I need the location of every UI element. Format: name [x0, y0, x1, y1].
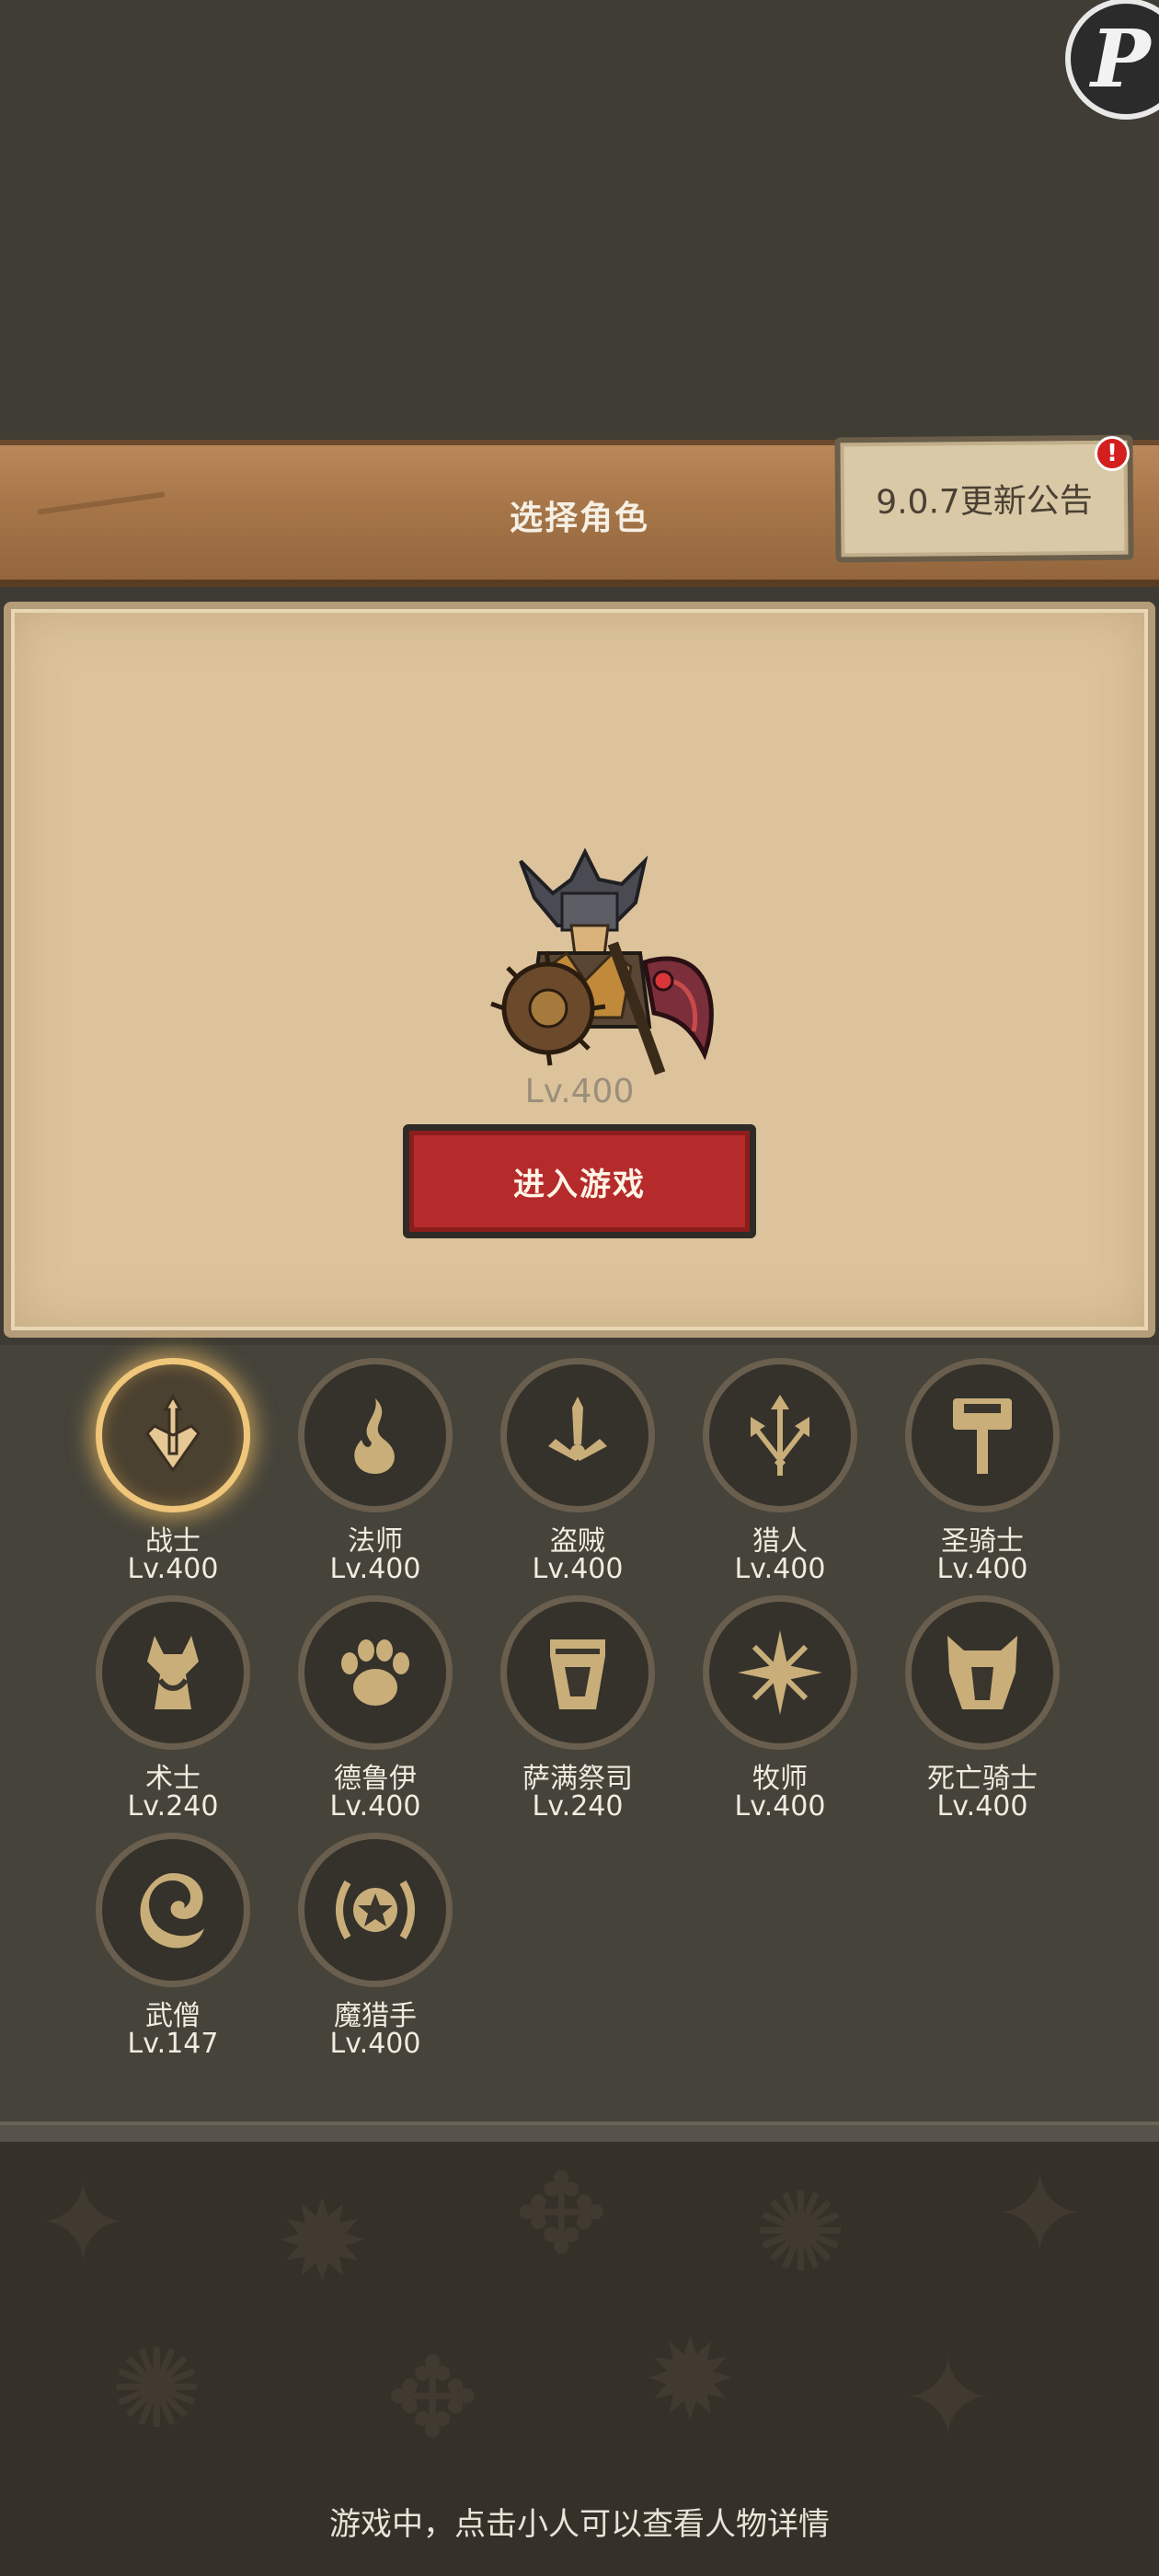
class-level: Lv.400 [329, 1790, 421, 1823]
star-emblem-icon [298, 1833, 453, 1987]
background-rune-icon: ✺ [110, 2326, 203, 2454]
background-rune-icon: ✹ [644, 2317, 737, 2444]
footer-hint: 游戏中，点击小人可以查看人物详情 [329, 2506, 830, 2543]
class-item-monk[interactable]: 武僧 Lv.147 [81, 1833, 265, 2060]
class-item-paladin[interactable]: 圣骑士 Lv.400 [890, 1358, 1074, 1585]
daggers-icon [500, 1358, 655, 1512]
background-rune-icon: ✺ [754, 2169, 847, 2297]
background-rune-icon: ✦ [993, 2151, 1086, 2279]
enter-game-button[interactable]: 进入游戏 [403, 1124, 756, 1238]
notice-alert-badge: ! [1095, 436, 1130, 471]
holy-star-icon [703, 1595, 857, 1750]
background-rune-icon: ✥ [515, 2151, 608, 2279]
demon-skull-icon [96, 1595, 250, 1750]
update-notice-button[interactable]: 9.0.7更新公告 [834, 434, 1134, 563]
class-level: Lv.400 [734, 1790, 826, 1823]
class-item-rogue[interactable]: 盗贼 Lv.400 [486, 1358, 670, 1585]
character-level: Lv.400 [524, 1073, 635, 1110]
class-item-demon-hunter[interactable]: 魔猎手 Lv.400 [283, 1833, 467, 2060]
class-level: Lv.240 [127, 1790, 219, 1823]
class-level: Lv.400 [936, 1553, 1028, 1585]
paw-icon [298, 1595, 453, 1750]
arrows-icon [703, 1358, 857, 1512]
class-item-mage[interactable]: 法师 Lv.400 [283, 1358, 467, 1585]
class-item-hunter[interactable]: 猎人 Lv.400 [688, 1358, 872, 1585]
divider [0, 2122, 1159, 2142]
flame-icon [298, 1358, 453, 1512]
class-level: Lv.400 [936, 1790, 1028, 1823]
totem-icon [500, 1595, 655, 1750]
swirl-icon [96, 1833, 250, 1987]
warrior-character-figure[interactable] [484, 843, 732, 1082]
background-rune-icon: ✦ [901, 2335, 994, 2463]
background-rune-icon: ✥ [386, 2335, 479, 2463]
helmet-icon [905, 1595, 1060, 1750]
class-item-druid[interactable]: 德鲁伊 Lv.400 [283, 1595, 467, 1823]
class-level: Lv.147 [127, 2028, 219, 2060]
top-area [0, 0, 1159, 440]
class-item-priest[interactable]: 牧师 Lv.400 [688, 1595, 872, 1823]
class-level: Lv.400 [329, 1553, 421, 1585]
hammer-icon [905, 1358, 1060, 1512]
class-item-warrior[interactable]: 战士 Lv.400 [81, 1358, 265, 1585]
class-level: Lv.240 [532, 1790, 624, 1823]
class-level: Lv.400 [127, 1553, 219, 1585]
class-level: Lv.400 [329, 2028, 421, 2060]
class-item-shaman[interactable]: 萨满祭司 Lv.240 [486, 1595, 670, 1823]
background-rune-icon: ✹ [276, 2179, 369, 2306]
sword-icon [96, 1358, 250, 1512]
class-level: Lv.400 [734, 1553, 826, 1585]
background-flame-icon: ✦ [37, 2160, 130, 2288]
class-item-warlock[interactable]: 术士 Lv.240 [81, 1595, 265, 1823]
class-item-death-knight[interactable]: 死亡骑士 Lv.400 [890, 1595, 1074, 1823]
class-level: Lv.400 [532, 1553, 624, 1585]
